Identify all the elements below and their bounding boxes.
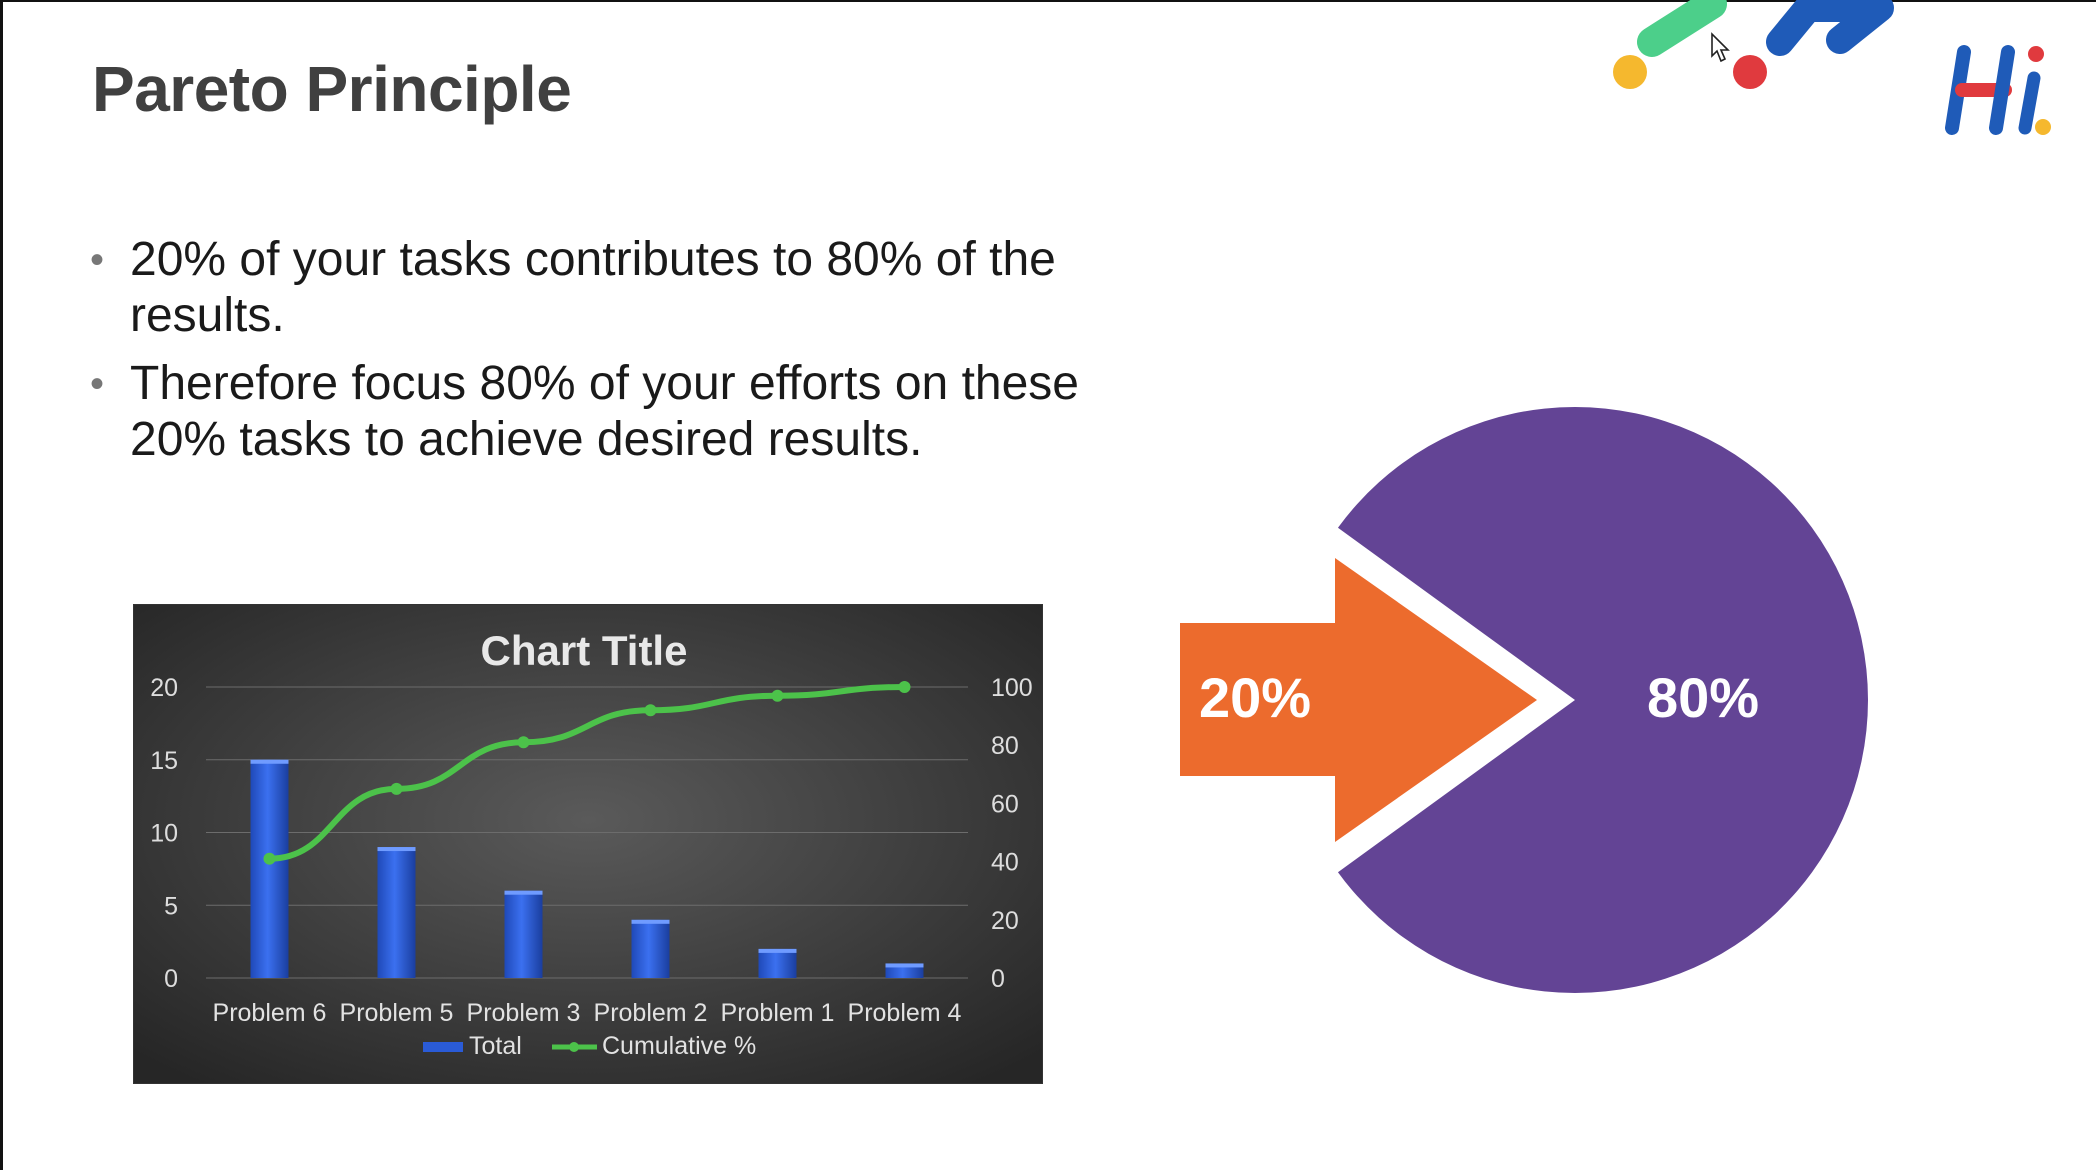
bullet-item: • Therefore focus 80% of your efforts on … xyxy=(90,356,1090,468)
left-tick-label: 10 xyxy=(150,820,178,848)
pareto-pie-svg: 20% 80% xyxy=(1180,406,1868,993)
category-label: Problem 1 xyxy=(721,999,835,1027)
right-tick-label: 20 xyxy=(991,907,1019,935)
bar xyxy=(504,890,543,978)
bullet-text: 20% of your tasks contributes to 80% of … xyxy=(130,233,1056,342)
category-label: Problem 5 xyxy=(340,999,454,1027)
bullet-item: • 20% of your tasks contributes to 80% of… xyxy=(90,232,1090,344)
bar-cap xyxy=(885,963,924,968)
right-tick-label: 100 xyxy=(991,674,1033,702)
left-tick-label: 15 xyxy=(150,747,178,775)
pie-label-80: 80% xyxy=(1647,666,1759,729)
bullet-text: Therefore focus 80% of your efforts on t… xyxy=(130,357,1079,466)
pareto-chart: Chart Title 0 5 10 15 20 0 20 40 60 80 100 Proble… xyxy=(133,604,1043,1084)
pareto-chart-svg: Chart Title 0 5 10 15 20 0 20 40 60 80 100 Proble… xyxy=(134,605,1042,1083)
right-tick-label: 80 xyxy=(991,732,1019,760)
right-tick-label: 60 xyxy=(991,790,1019,818)
green-swoosh xyxy=(1637,0,1727,57)
bullet-dot-icon: • xyxy=(90,238,105,282)
category-label: Problem 4 xyxy=(848,999,962,1027)
yellow-dot xyxy=(1613,55,1647,89)
legend-label-cumulative: Cumulative % xyxy=(602,1032,756,1060)
chart-title: Chart Title xyxy=(481,627,688,674)
hi-logo-icon xyxy=(1945,45,2051,135)
cumulative-point xyxy=(898,681,911,693)
bar xyxy=(758,948,797,978)
bullet-list: • 20% of your tasks contributes to 80% of… xyxy=(90,232,1090,480)
bullet-dot-icon: • xyxy=(90,362,105,406)
legend-label-total: Total xyxy=(469,1032,522,1060)
bar xyxy=(250,759,289,978)
cumulative-point xyxy=(644,704,657,717)
left-tick-label: 20 xyxy=(150,674,178,702)
category-label: Problem 3 xyxy=(467,999,581,1027)
cumulative-point xyxy=(517,736,530,749)
legend-point-cumulative xyxy=(569,1042,579,1052)
legend-swatch-total xyxy=(423,1042,463,1052)
pareto-pie: 20% 80% xyxy=(1160,395,1880,1020)
bar-cap xyxy=(504,890,543,895)
bar-cap xyxy=(758,948,797,953)
right-tick-label: 40 xyxy=(991,849,1019,877)
bar-cap xyxy=(377,847,416,852)
left-tick-label: 5 xyxy=(164,892,178,920)
cumulative-point xyxy=(263,852,276,865)
cumulative-point xyxy=(390,782,403,795)
bar-cap xyxy=(631,919,670,924)
bar xyxy=(631,919,670,978)
brand-decoration xyxy=(1613,0,2051,135)
right-tick-label: 0 xyxy=(991,965,1005,993)
pie-label-20: 20% xyxy=(1199,666,1311,729)
bar-cap xyxy=(250,759,289,764)
bar xyxy=(377,847,416,978)
category-label: Problem 2 xyxy=(594,999,708,1027)
frame-left-border xyxy=(0,0,3,1170)
slide-title: Pareto Principle xyxy=(92,53,572,125)
mouse-pointer-icon xyxy=(1711,32,1730,63)
red-dot xyxy=(1733,55,1767,89)
category-label: Problem 6 xyxy=(213,999,327,1027)
left-tick-label: 0 xyxy=(164,965,178,993)
cumulative-point xyxy=(771,689,784,702)
blue-swoosh xyxy=(1766,0,1894,56)
